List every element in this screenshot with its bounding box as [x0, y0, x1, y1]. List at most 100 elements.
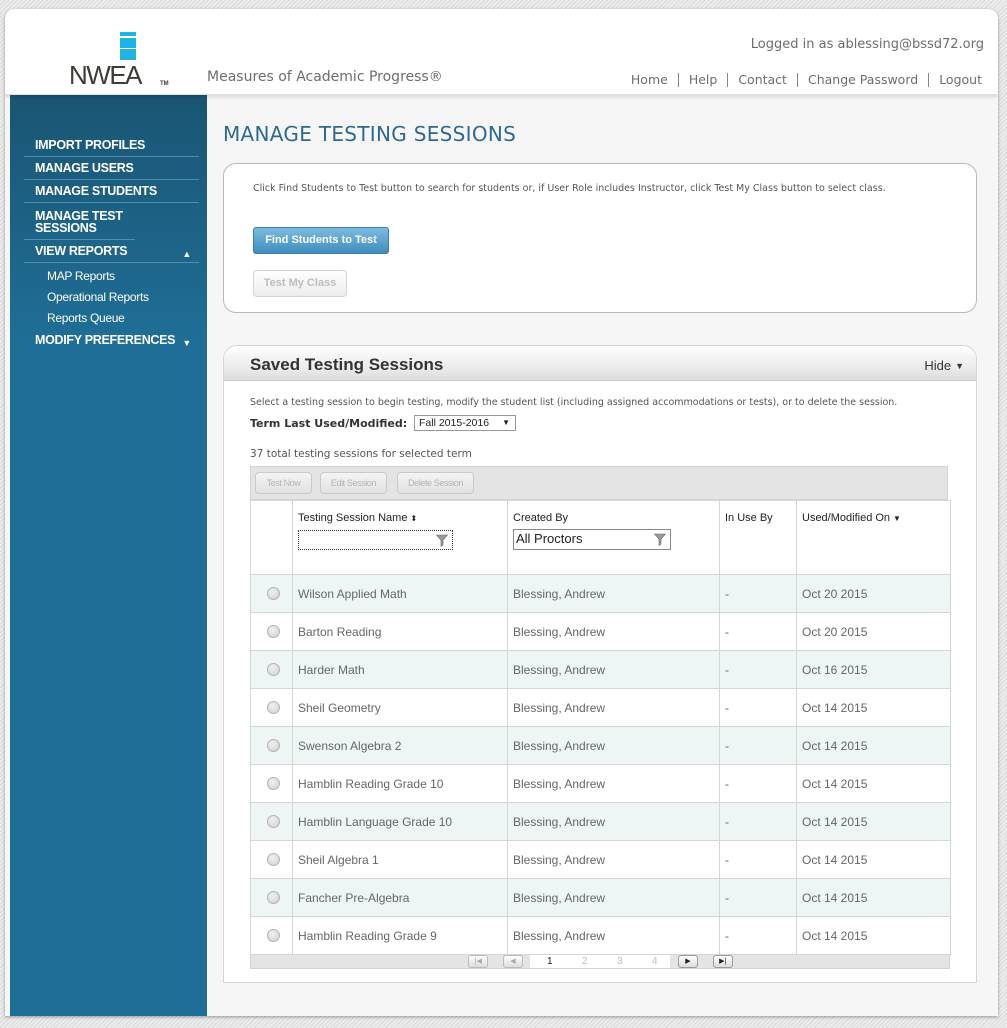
sidebar-item-view-reports[interactable]: VIEW REPORTS ▲	[24, 240, 199, 263]
filter-funnel-icon[interactable]	[436, 534, 448, 547]
sort-both-icon[interactable]: ⬍	[410, 514, 417, 523]
dropdown-arrow-icon: ▼	[502, 418, 510, 427]
created-by-cell: Blessing, Andrew	[507, 802, 720, 841]
test-now-button[interactable]: Test Now	[255, 472, 312, 494]
table-row[interactable]: Wilson Applied Math Blessing, Andrew - Oct …	[250, 574, 951, 613]
next-page-button[interactable]: ▶	[678, 955, 698, 968]
row-select-radio[interactable]	[267, 891, 280, 904]
sidebar-subitem-map-reports[interactable]: MAP Reports	[24, 266, 199, 287]
delete-session-button[interactable]: Delete Session	[397, 472, 474, 494]
modified-date-cell: Oct 16 2015	[796, 650, 951, 689]
view-reports-submenu: MAP Reports Operational Reports Reports …	[24, 263, 199, 329]
row-select-radio[interactable]	[267, 663, 280, 676]
session-name-cell: Fancher Pre-Algebra	[292, 878, 508, 917]
created-by-cell: Blessing, Andrew	[507, 916, 720, 955]
edit-session-button[interactable]: Edit Session	[320, 472, 387, 494]
first-page-button[interactable]: |◀	[468, 955, 488, 968]
table-row[interactable]: Barton Reading Blessing, Andrew - Oct 20 20…	[250, 612, 951, 651]
created-by-cell: Blessing, Andrew	[507, 650, 720, 689]
sort-descending-icon[interactable]: ▼	[893, 514, 901, 523]
column-header-session-name[interactable]: Testing Session Name ⬍	[292, 500, 508, 575]
created-by-cell: Blessing, Andrew	[507, 574, 720, 613]
select-cell	[250, 612, 293, 651]
test-my-class-button[interactable]: Test My Class	[253, 270, 347, 297]
modified-date-cell: Oct 20 2015	[796, 574, 951, 613]
sidebar-item-manage-users[interactable]: MANAGE USERS	[24, 157, 199, 180]
row-select-radio[interactable]	[267, 625, 280, 638]
nav-home-link[interactable]: Home	[621, 73, 678, 87]
row-select-radio[interactable]	[267, 701, 280, 714]
row-select-radio[interactable]	[267, 739, 280, 752]
created-by-cell: Blessing, Andrew	[507, 688, 720, 727]
saved-sessions-panel: Saved Testing Sessions Hide ▼ Select a te…	[223, 345, 977, 983]
sidebar-subitem-operational-reports[interactable]: Operational Reports	[24, 287, 199, 308]
created-by-cell: Blessing, Andrew	[507, 840, 720, 879]
row-select-radio[interactable]	[267, 587, 280, 600]
nwea-logo[interactable]: NWEA TM	[68, 32, 178, 92]
table-row[interactable]: Sheil Algebra 1 Blessing, Andrew - Oct 14 2…	[250, 840, 951, 879]
table-row[interactable]: Hamblin Reading Grade 9 Blessing, Andrew -…	[250, 916, 951, 955]
nav-change-password-link[interactable]: Change Password	[796, 73, 928, 87]
table-row[interactable]: Hamblin Language Grade 10 Blessing, Andre…	[250, 802, 951, 841]
start-testing-panel: Click Find Students to Test button to se…	[223, 163, 977, 313]
table-row[interactable]: Fancher Pre-Algebra Blessing, Andrew - Oct …	[250, 878, 951, 917]
row-select-radio[interactable]	[267, 815, 280, 828]
sidebar-item-import-profiles[interactable]: IMPORT PROFILES	[24, 134, 199, 157]
column-label: Created By	[513, 512, 569, 524]
previous-page-button[interactable]: ◀	[503, 955, 523, 968]
row-select-radio[interactable]	[267, 777, 280, 790]
modified-date-cell: Oct 14 2015	[796, 916, 951, 955]
start-testing-instructions: Click Find Students to Test button to se…	[253, 183, 886, 194]
column-header-created-by[interactable]: Created By All Proctors	[507, 500, 720, 575]
created-by-filter-select[interactable]: All Proctors	[513, 529, 671, 550]
column-header-modified[interactable]: Used/Modified On ▼	[796, 500, 951, 575]
hide-toggle[interactable]: Hide ▼	[924, 358, 964, 373]
row-select-radio[interactable]	[267, 929, 280, 942]
filter-funnel-icon[interactable]	[654, 533, 666, 546]
nav-contact-link[interactable]: Contact	[727, 73, 797, 87]
select-cell	[250, 916, 293, 955]
term-select[interactable]: Fall 2015-2016 ▼	[414, 415, 516, 431]
logged-in-status: Logged in as ablessing@bssd72.org	[750, 37, 984, 52]
in-use-by-cell: -	[719, 764, 797, 803]
page-numbers: 1 2 3 4	[530, 955, 670, 968]
sidebar: IMPORT PROFILES MANAGE USERS MANAGE STUD…	[10, 94, 207, 1016]
column-label: Testing Session Name	[298, 512, 408, 524]
saved-sessions-instructions: Select a testing session to begin testin…	[250, 397, 898, 408]
select-cell	[250, 764, 293, 803]
nav-help-link[interactable]: Help	[677, 73, 728, 87]
logo-text: NWEA	[69, 60, 143, 90]
sidebar-subitem-reports-queue[interactable]: Reports Queue	[24, 308, 199, 329]
table-row[interactable]: Sheil Geometry Blessing, Andrew - Oct 14 20…	[250, 688, 951, 727]
grid-toolbar: Test Now Edit Session Delete Session	[250, 466, 948, 500]
row-select-radio[interactable]	[267, 853, 280, 866]
page-number-1[interactable]: 1	[547, 955, 553, 968]
session-name-filter-input[interactable]	[298, 530, 453, 550]
created-by-filter-value: All Proctors	[516, 531, 583, 546]
modified-date-cell: Oct 14 2015	[796, 764, 951, 803]
sidebar-item-manage-test-sessions[interactable]: MANAGE TEST SESSIONS	[24, 203, 135, 240]
last-page-button[interactable]: ▶|	[713, 955, 733, 968]
nav-logout-link[interactable]: Logout	[928, 73, 982, 87]
select-cell	[250, 726, 293, 765]
column-label: In Use By	[725, 512, 773, 524]
page-number-2[interactable]: 2	[582, 955, 588, 968]
column-label: Used/Modified On	[802, 512, 891, 524]
in-use-by-cell: -	[719, 574, 797, 613]
sidebar-item-modify-preferences[interactable]: MODIFY PREFERENCES ▼	[24, 329, 199, 351]
column-header-in-use-by: In Use By	[719, 500, 797, 575]
modified-date-cell: Oct 14 2015	[796, 878, 951, 917]
select-cell	[250, 878, 293, 917]
modified-date-cell: Oct 14 2015	[796, 840, 951, 879]
session-name-cell: Hamblin Language Grade 10	[292, 802, 508, 841]
page-number-4[interactable]: 4	[652, 955, 658, 968]
in-use-by-cell: -	[719, 688, 797, 727]
find-students-button[interactable]: Find Students to Test	[253, 227, 389, 254]
table-row[interactable]: Swenson Algebra 2 Blessing, Andrew - Oct 14…	[250, 726, 951, 765]
table-row[interactable]: Harder Math Blessing, Andrew - Oct 16 2015	[250, 650, 951, 689]
table-row[interactable]: Hamblin Reading Grade 10 Blessing, Andrew…	[250, 764, 951, 803]
logo-mark-top	[120, 32, 136, 36]
sidebar-item-manage-students[interactable]: MANAGE STUDENTS	[24, 180, 199, 203]
page-number-3[interactable]: 3	[617, 955, 623, 968]
sidebar-item-label: VIEW REPORTS	[35, 244, 128, 258]
